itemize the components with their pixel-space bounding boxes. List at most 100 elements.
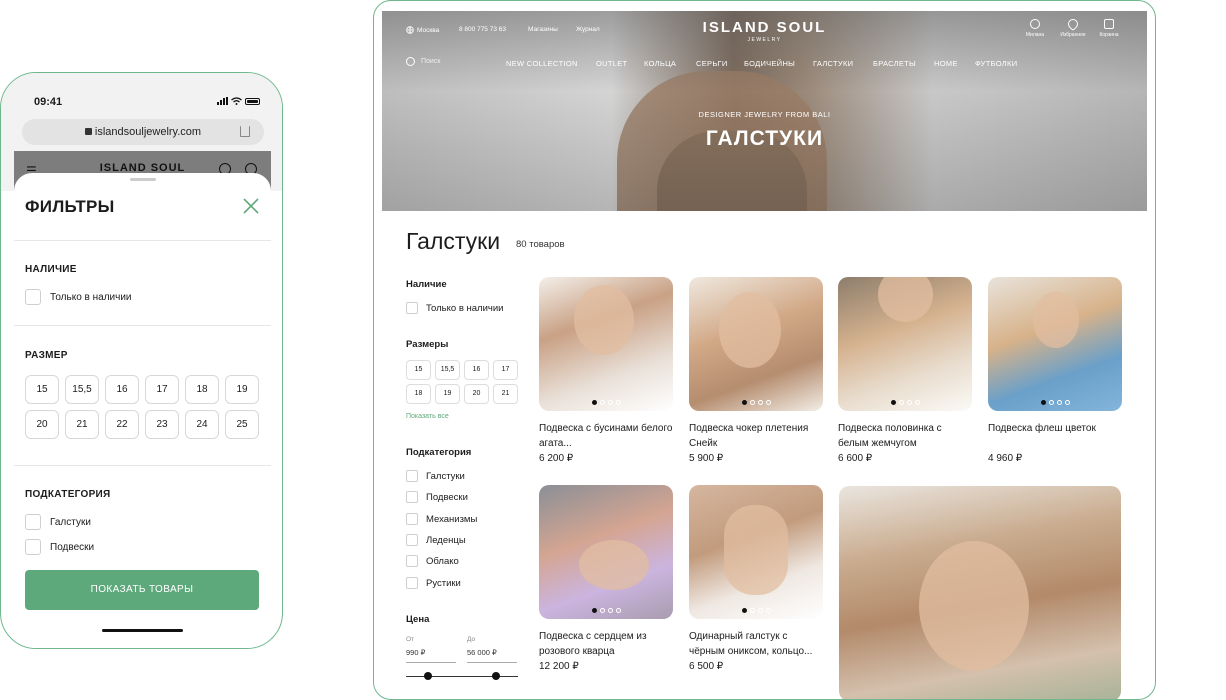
product-image[interactable] [539, 485, 673, 619]
address-bar[interactable]: islandsouljewelry.com [22, 119, 264, 145]
checkbox-box[interactable] [406, 513, 418, 525]
size-option[interactable]: 16 [105, 375, 139, 404]
image-carousel-dots[interactable] [539, 608, 673, 613]
checkbox-box[interactable] [25, 539, 41, 555]
product-card[interactable]: Подвеска с бусинами белого агата... 6 20… [539, 277, 673, 464]
search-icon [406, 57, 415, 66]
checkbox-label: Подвески [50, 541, 95, 553]
size-option[interactable]: 15,5 [65, 375, 99, 404]
product-name[interactable]: Подвеска половинка с белым жемчугом [838, 421, 972, 451]
size-option[interactable]: 15 [406, 360, 431, 380]
sheet-handle[interactable] [130, 178, 156, 181]
show-all-sizes-link[interactable]: Показать все [406, 413, 449, 420]
product-image[interactable] [689, 485, 823, 619]
product-card[interactable]: Подвеска флеш цветок 4 960 ₽ [988, 277, 1122, 464]
close-icon[interactable] [242, 197, 260, 215]
image-carousel-dots[interactable] [988, 400, 1122, 405]
show-products-button[interactable]: ПОКАЗАТЬ ТОВАРЫ [25, 570, 259, 610]
nav-rings[interactable]: КОЛЬЦА [644, 59, 676, 68]
model-face [919, 541, 1029, 671]
favorites-label: Избранное [1060, 32, 1086, 38]
divider [14, 465, 271, 466]
product-name[interactable]: Одинарный галстук с чёрным ониксом, коль… [689, 629, 823, 659]
checkbox-box[interactable] [406, 577, 418, 589]
checkbox-box[interactable] [406, 470, 418, 482]
favorites-button[interactable]: Избранное [1058, 16, 1088, 38]
share-icon[interactable] [240, 126, 250, 137]
featured-model-image[interactable] [839, 486, 1121, 699]
size-option[interactable]: 19 [225, 375, 259, 404]
search-field[interactable]: Поиск [406, 57, 440, 66]
nav-bracelets[interactable]: БРАСЛЕТЫ [873, 59, 916, 68]
size-option[interactable]: 21 [493, 384, 518, 404]
product-card[interactable]: Подвеска чокер плетения Снейк 5 900 ₽ [689, 277, 823, 464]
size-option[interactable]: 17 [145, 375, 179, 404]
status-time: 09:41 [34, 96, 63, 108]
account-button[interactable]: Милана [1020, 19, 1050, 38]
product-card[interactable]: Подвеска с сердцем из розового кварца 12… [539, 485, 673, 672]
product-name[interactable]: Подвеска с бусинами белого агата... [539, 421, 673, 451]
image-carousel-dots[interactable] [539, 400, 673, 405]
availability-checkbox[interactable]: Только в наличии [25, 289, 132, 305]
product-image[interactable] [539, 277, 673, 411]
subcategory-checkbox[interactable]: Леденцы [406, 534, 466, 546]
product-price: 5 900 ₽ [689, 453, 724, 464]
size-option[interactable]: 18 [185, 375, 219, 404]
nav-new-collection[interactable]: NEW COLLECTION [506, 59, 578, 68]
size-option[interactable]: 17 [493, 360, 518, 380]
size-option[interactable]: 25 [225, 410, 259, 439]
subcategory-checkbox[interactable]: Подвески [406, 491, 468, 503]
nav-ties[interactable]: ГАЛСТУКИ [813, 59, 853, 68]
product-image[interactable] [838, 277, 972, 411]
product-name[interactable]: Подвеска чокер плетения Снейк [689, 421, 823, 451]
price-slider-min-handle[interactable] [424, 672, 432, 680]
subcategory-checkbox[interactable]: Галстуки [25, 514, 91, 530]
nav-home[interactable]: HOME [934, 59, 958, 68]
subcategory-checkbox[interactable]: Механизмы [406, 513, 477, 525]
size-option[interactable]: 24 [185, 410, 219, 439]
size-option[interactable]: 23 [145, 410, 179, 439]
size-option[interactable]: 15 [25, 375, 59, 404]
nav-tshirts[interactable]: ФУТБОЛКИ [975, 59, 1017, 68]
checkbox-box[interactable] [25, 514, 41, 530]
checkbox-box[interactable] [406, 555, 418, 567]
size-option[interactable]: 19 [435, 384, 460, 404]
nav-bodychains[interactable]: БОДИЧЕЙНЫ [744, 59, 795, 68]
product-image[interactable] [988, 277, 1122, 411]
price-from-input[interactable]: 990 ₽ [406, 648, 456, 663]
image-carousel-dots[interactable] [689, 400, 823, 405]
size-option[interactable]: 15,5 [435, 360, 460, 380]
product-card[interactable]: Подвеска половинка с белым жемчугом 6 60… [838, 277, 972, 464]
product-name[interactable]: Подвеска с сердцем из розового кварца [539, 629, 673, 659]
checkbox-box[interactable] [406, 534, 418, 546]
product-name[interactable]: Подвеска флеш цветок [988, 421, 1122, 451]
cart-button[interactable]: Корзина [1094, 19, 1124, 38]
size-option[interactable]: 20 [464, 384, 489, 404]
size-option[interactable]: 22 [105, 410, 139, 439]
checkbox-label: Галстуки [50, 516, 91, 528]
price-slider-track[interactable] [406, 676, 518, 677]
checkbox-box[interactable] [25, 289, 41, 305]
subcategory-checkbox[interactable]: Подвески [25, 539, 94, 555]
cart-label: Корзина [1099, 32, 1119, 38]
size-option[interactable]: 18 [406, 384, 431, 404]
availability-checkbox[interactable]: Только в наличии [406, 302, 503, 314]
product-card[interactable]: Одинарный галстук с чёрным ониксом, коль… [689, 485, 823, 672]
checkbox-box[interactable] [406, 491, 418, 503]
size-option[interactable]: 16 [464, 360, 489, 380]
subcategory-checkbox[interactable]: Галстуки [406, 470, 465, 482]
price-heading: Цена [406, 614, 430, 625]
price-to-input[interactable]: 56 000 ₽ [467, 648, 517, 663]
size-option[interactable]: 20 [25, 410, 59, 439]
subcategory-checkbox[interactable]: Облако [406, 555, 459, 567]
product-image[interactable] [689, 277, 823, 411]
checkbox-label: Только в наличии [426, 302, 504, 314]
price-slider-max-handle[interactable] [492, 672, 500, 680]
nav-earrings[interactable]: СЕРЬГИ [696, 59, 728, 68]
checkbox-box[interactable] [406, 302, 418, 314]
image-carousel-dots[interactable] [838, 400, 972, 405]
nav-outlet[interactable]: OUTLET [596, 59, 627, 68]
subcategory-checkbox[interactable]: Рустики [406, 577, 461, 589]
size-option[interactable]: 21 [65, 410, 99, 439]
image-carousel-dots[interactable] [689, 608, 823, 613]
